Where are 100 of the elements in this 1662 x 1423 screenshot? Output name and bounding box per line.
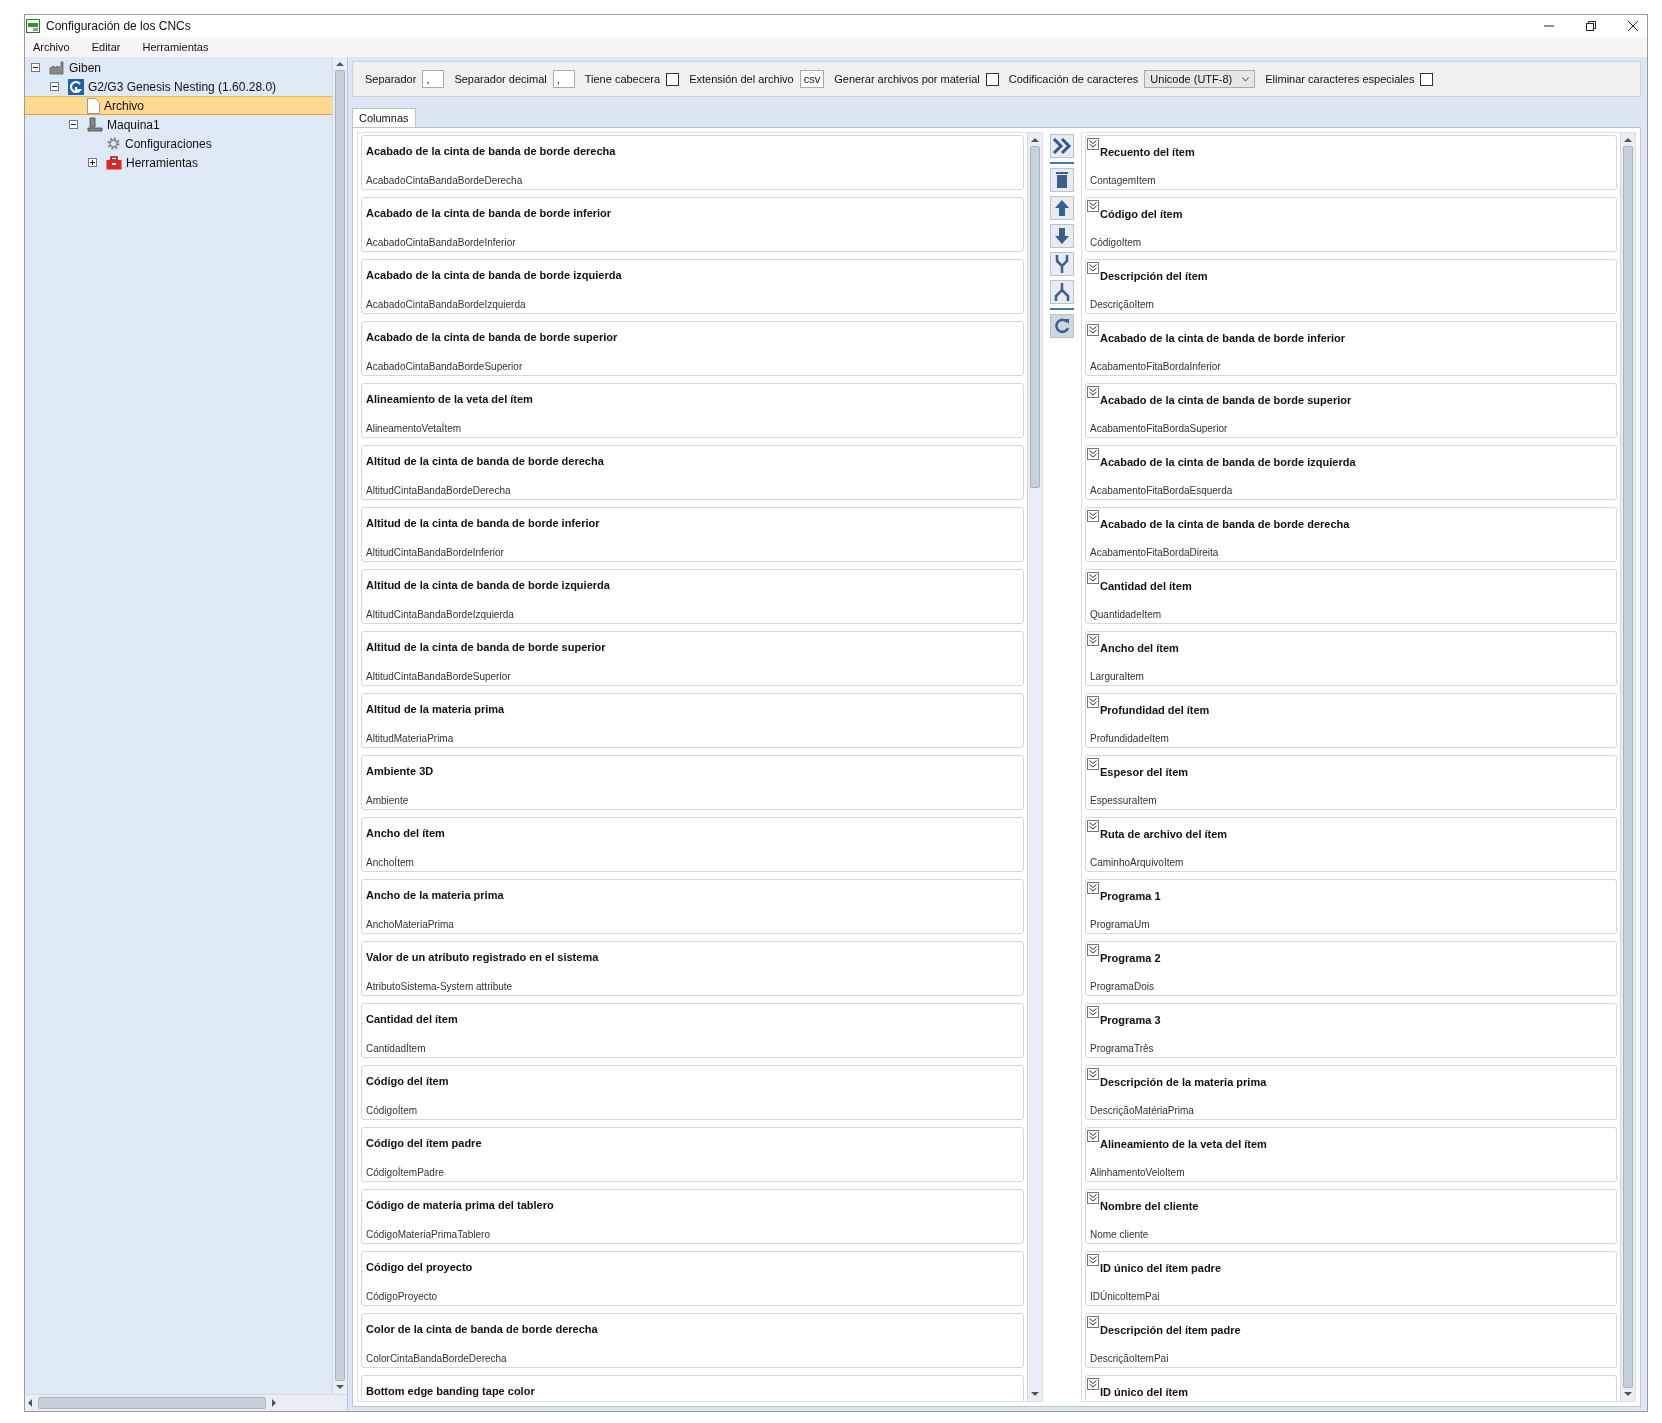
column-card[interactable]: Descripción del ítem DescriçãoItem (1085, 259, 1617, 314)
column-card[interactable]: Altitud de la materia prima AltitudMateriaPrima (361, 693, 1024, 748)
tree-item[interactable]: Maquina1 (25, 115, 332, 134)
column-card[interactable]: Ancho del ítem AnchoÍtem (361, 817, 1024, 872)
column-card[interactable]: Acabado de la cinta de banda de borde superior AcabadoCintaBandaBordeSuperior (361, 321, 1024, 376)
column-card[interactable]: Código del ítem padre CódigoÍtemPadre (361, 1127, 1024, 1182)
add-button[interactable] (1050, 134, 1074, 158)
collapse-icon[interactable] (1087, 572, 1099, 584)
field-label: Extensión del archivo (689, 73, 794, 85)
column-card[interactable]: Código de materia prima del tablero CódigoMateriaPrimaTablero (361, 1189, 1024, 1244)
column-card[interactable]: Programa 2 ProgramaDois (1085, 941, 1617, 996)
expander-icon[interactable] (88, 158, 97, 167)
collapse-icon[interactable] (1087, 138, 1099, 150)
text-field[interactable]: , (552, 70, 575, 88)
collapse-icon[interactable] (1087, 1254, 1099, 1266)
collapse-icon[interactable] (1087, 634, 1099, 646)
column-card[interactable]: Alineamiento de la veta del ítem AlinhamentoVeioItem (1085, 1127, 1617, 1182)
menu-item[interactable]: Herramientas (142, 41, 209, 53)
collapse-icon[interactable] (1087, 324, 1099, 336)
collapse-icon[interactable] (1087, 200, 1099, 212)
column-card[interactable]: Código del proyecto CódigoProyecto (361, 1251, 1024, 1306)
arrow-down-icon (1054, 227, 1070, 245)
column-card[interactable]: Descripción de la materia prima DescriçãoMatériaPrima (1085, 1065, 1617, 1120)
column-card[interactable]: Ancho de la materia prima AnchoMateriaPrima (361, 879, 1024, 934)
scrollbar[interactable] (25, 1394, 347, 1411)
merge-button[interactable] (1050, 252, 1074, 276)
column-card[interactable]: Recuento del ítem ContagemItem (1085, 135, 1617, 190)
column-card[interactable]: Cantidad del ítem CantidadÍtem (361, 1003, 1024, 1058)
text-field[interactable]: , (422, 70, 445, 88)
column-card[interactable]: Acabado de la cinta de banda de borde izquierda AcabadoCintaBandaBordeIzquierda (361, 259, 1024, 314)
column-card[interactable]: Ancho del ítem LarguraItem (1085, 631, 1617, 686)
collapse-icon[interactable] (1087, 1006, 1099, 1018)
column-card[interactable]: Espesor del ítem EspessuraItem (1085, 755, 1617, 810)
column-card[interactable]: Acabado de la cinta de banda de borde derecha AcabadoCintaBandaBordeDerecha (361, 135, 1024, 190)
scrollbar[interactable] (1620, 133, 1635, 1401)
column-card[interactable]: Código del ítem CódigoÍtem (361, 1065, 1024, 1120)
tree-item[interactable]: G2/G3 Genesis Nesting (1.60.28.0) (25, 77, 332, 96)
column-card[interactable]: Ruta de archivo del ítem CaminhoArquivoItem (1085, 817, 1617, 872)
scrollbar[interactable] (332, 57, 347, 1394)
column-card[interactable]: Profundidad del ítem ProfundidadeItem (1085, 693, 1617, 748)
tab[interactable]: Columnas (352, 108, 416, 127)
tree-item[interactable]: Archivo (25, 96, 332, 115)
text-field[interactable]: csv (799, 70, 825, 88)
column-card[interactable]: Acabado de la cinta de banda de borde inferior AcabadoCintaBandaBordeInferior (361, 197, 1024, 252)
collapse-icon[interactable] (1087, 1316, 1099, 1328)
delete-button[interactable] (1050, 168, 1074, 192)
move-down-button[interactable] (1050, 224, 1074, 248)
column-card[interactable]: ID único del ítem (1085, 1375, 1617, 1401)
column-card[interactable]: Altitud de la cinta de banda de borde izquierda AltitudCintaBandaBordeIzquierda (361, 569, 1024, 624)
collapse-icon[interactable] (1087, 262, 1099, 274)
checkbox[interactable] (1420, 72, 1434, 86)
column-card[interactable]: Programa 3 ProgramaTrês (1085, 1003, 1617, 1058)
collapse-icon[interactable] (1087, 820, 1099, 832)
tree-item[interactable]: Giben (25, 58, 332, 77)
column-card[interactable]: Altitud de la cinta de banda de borde inferior AltitudCintaBandaBordeInferior (361, 507, 1024, 562)
column-card[interactable]: ID único del ítem padre IDÚnicoItemPai (1085, 1251, 1617, 1306)
column-card[interactable]: Bottom edge banding tape color (361, 1375, 1024, 1401)
column-card[interactable]: Nombre del cliente Nome cliente (1085, 1189, 1617, 1244)
collapse-icon[interactable] (1087, 386, 1099, 398)
collapse-icon[interactable] (1087, 1068, 1099, 1080)
close-icon[interactable] (1627, 20, 1639, 32)
column-card[interactable]: Descripción del ítem padre DescriçãoItemPai (1085, 1313, 1617, 1368)
column-title: Código del ítem (366, 1075, 449, 1087)
dropdown[interactable]: Unicode (UTF-8) (1144, 70, 1256, 88)
column-card[interactable]: Acabado de la cinta de banda de borde izquierda AcabamentoFitaBordaEsquerda (1085, 445, 1617, 500)
column-card[interactable]: Acabado de la cinta de banda de borde derecha AcabamentoFitaBordaDireita (1085, 507, 1617, 562)
column-card[interactable]: Valor de un atributo registrado en el sistema AtributoSistema-System attribute (361, 941, 1024, 996)
collapse-icon[interactable] (1087, 448, 1099, 460)
collapse-icon[interactable] (1087, 696, 1099, 708)
column-card[interactable]: Cantidad del ítem QuantidadeItem (1085, 569, 1617, 624)
column-card[interactable]: Color de la cinta de banda de borde derecha ColorCintaBandaBordeDerecha (361, 1313, 1024, 1368)
menu-item[interactable]: Editar (91, 41, 121, 53)
collapse-icon[interactable] (1087, 510, 1099, 522)
collapse-icon[interactable] (1087, 1192, 1099, 1204)
tree-item[interactable]: Herramientas (25, 153, 332, 172)
checkbox[interactable] (666, 72, 680, 86)
scrollbar[interactable] (1027, 133, 1042, 1401)
column-card[interactable]: Ambiente 3D Ambiente (361, 755, 1024, 810)
column-card[interactable]: Altitud de la cinta de banda de borde superior AltitudCintaBandaBordeSuperior (361, 631, 1024, 686)
collapse-icon[interactable] (1087, 1378, 1099, 1390)
column-card[interactable]: Acabado de la cinta de banda de borde inferior AcabamentoFitaBordaInferior (1085, 321, 1617, 376)
split-button[interactable] (1050, 280, 1074, 304)
collapse-icon[interactable] (1087, 944, 1099, 956)
expander-icon[interactable] (50, 82, 59, 91)
expander-icon[interactable] (69, 120, 78, 129)
column-card[interactable]: Programa 1 ProgramaUm (1085, 879, 1617, 934)
menu-item[interactable]: Archivo (33, 41, 70, 53)
expander-icon[interactable] (31, 63, 40, 72)
refresh-button[interactable] (1050, 314, 1074, 338)
checkbox[interactable] (985, 72, 999, 86)
column-card[interactable]: Alineamiento de la veta del ítem AlineamentoVetaÍtem (361, 383, 1024, 438)
column-card[interactable]: Acabado de la cinta de banda de borde superior AcabamentoFitaBordaSuperior (1085, 383, 1617, 438)
column-card[interactable]: Código del ítem CódigoItem (1085, 197, 1617, 252)
restore-icon[interactable] (1585, 20, 1597, 32)
tree-item[interactable]: Configuraciones (25, 134, 332, 153)
move-up-button[interactable] (1050, 196, 1074, 220)
collapse-icon[interactable] (1087, 758, 1099, 770)
collapse-icon[interactable] (1087, 1130, 1099, 1142)
column-card[interactable]: Altitud de la cinta de banda de borde derecha AltitudCintaBandaBordeDerecha (361, 445, 1024, 500)
collapse-icon[interactable] (1087, 882, 1099, 894)
